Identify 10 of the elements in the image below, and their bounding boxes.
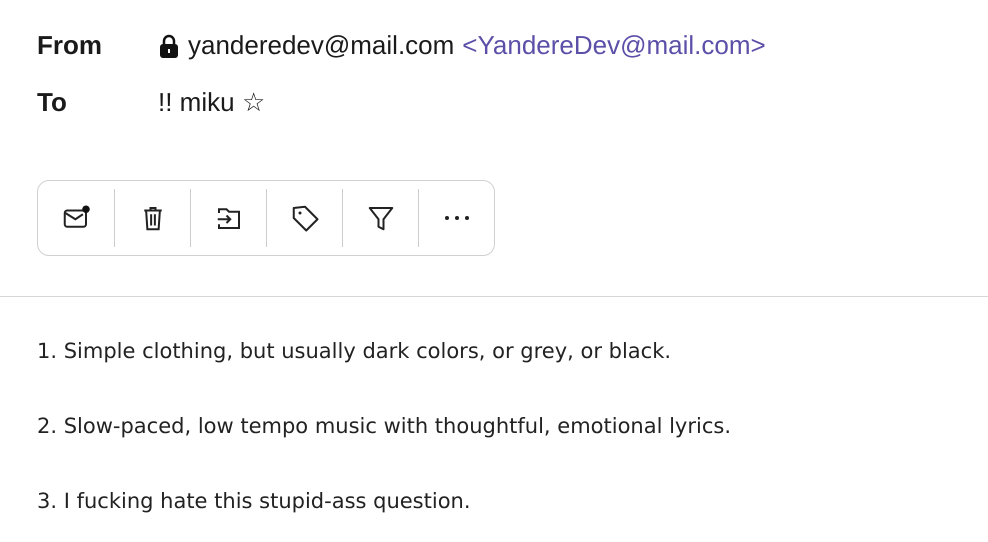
recipient: !! miku ☆ xyxy=(158,87,266,118)
more-icon xyxy=(444,216,468,220)
message-paragraph: 2. Slow-paced, low tempo music with thoughtful, emotional lyrics. xyxy=(37,414,732,438)
lock-icon xyxy=(158,34,180,58)
to-label: To xyxy=(37,87,68,118)
from-label: From xyxy=(37,30,103,61)
message-paragraph: 3. I fucking hate this stupid-ass question. xyxy=(37,489,472,513)
message-paragraph: 1. Simple clothing, but usually dark colors, or grey, or black. xyxy=(37,339,672,363)
sender-address[interactable]: <YandereDev@mail.com> xyxy=(462,30,766,61)
sender-name: yanderedev@mail.com xyxy=(188,30,454,61)
